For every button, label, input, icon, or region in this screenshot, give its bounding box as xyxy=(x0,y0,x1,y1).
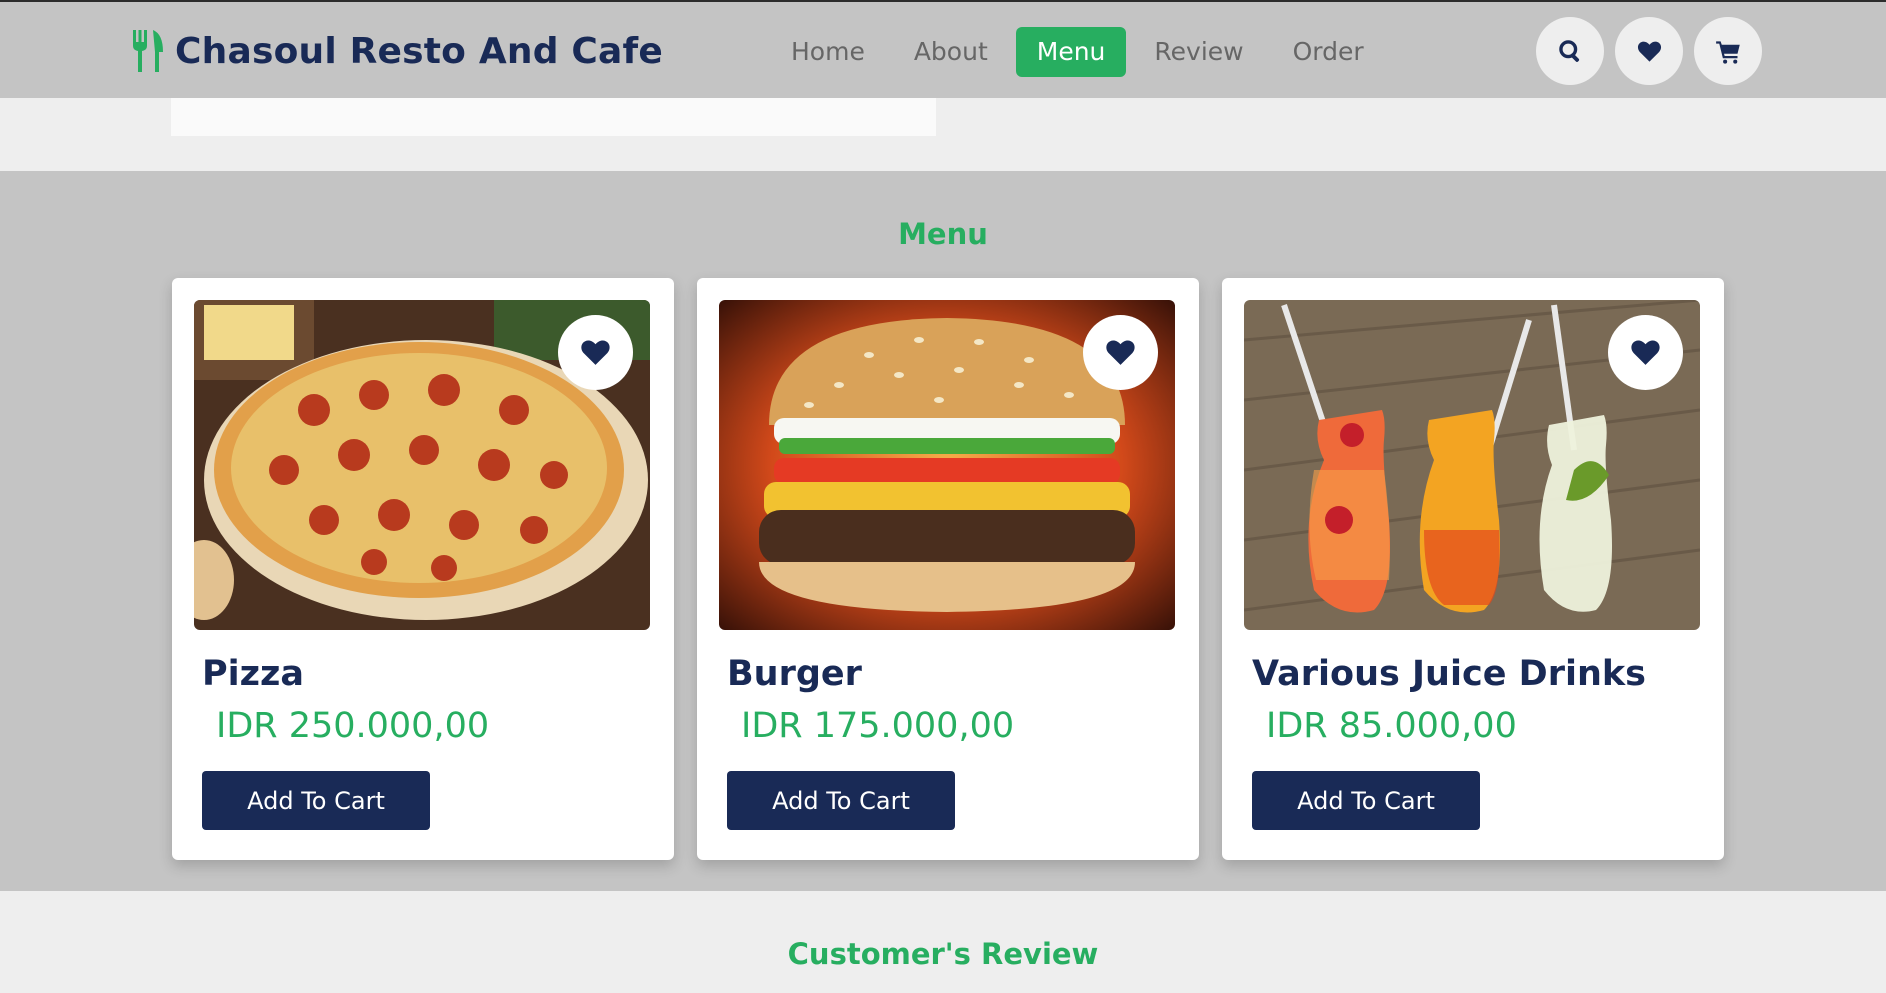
heart-icon xyxy=(1106,340,1135,365)
heart-icon xyxy=(1637,41,1661,62)
menu-card-pizza: Pizza IDR 250.000,00 Add To Cart xyxy=(172,278,674,860)
favorite-button[interactable] xyxy=(1083,315,1158,390)
previous-section-box xyxy=(171,98,936,136)
item-name: Pizza xyxy=(202,654,305,694)
item-name: Burger xyxy=(727,654,862,694)
nav-menu[interactable]: Menu xyxy=(1015,27,1127,77)
header: Chasoul Resto And Cafe Home About Menu R… xyxy=(0,0,1886,98)
cart-button[interactable] xyxy=(1694,17,1762,85)
search-button[interactable] xyxy=(1536,17,1604,85)
menu-section: Menu Pizza IDR 250.000,00 Add To Cart Bu… xyxy=(0,171,1886,891)
cart-icon xyxy=(1715,40,1740,64)
add-to-cart-button[interactable]: Add To Cart xyxy=(1252,771,1480,830)
pizza-image xyxy=(194,300,650,630)
utensils-icon xyxy=(133,30,163,72)
review-section-title: Customer's Review xyxy=(787,937,1099,971)
nav-about[interactable]: About xyxy=(893,27,1009,77)
header-icons xyxy=(1536,17,1773,85)
wishlist-button[interactable] xyxy=(1615,17,1683,85)
favorite-button[interactable] xyxy=(1608,315,1683,390)
search-icon xyxy=(1558,39,1579,62)
menu-card-juice: Various Juice Drinks IDR 85.000,00 Add T… xyxy=(1222,278,1724,860)
add-to-cart-button[interactable]: Add To Cart xyxy=(727,771,955,830)
item-price: IDR 175.000,00 xyxy=(741,706,1015,746)
heart-icon xyxy=(1631,340,1660,365)
item-price: IDR 85.000,00 xyxy=(1266,706,1517,746)
nav-order[interactable]: Order xyxy=(1272,27,1385,77)
favorite-button[interactable] xyxy=(558,315,633,390)
menu-section-title: Menu xyxy=(898,217,988,251)
brand-name: Chasoul Resto And Cafe xyxy=(175,30,664,72)
brand-logo[interactable]: Chasoul Resto And Cafe xyxy=(131,28,663,74)
item-name: Various Juice Drinks xyxy=(1252,654,1646,694)
heart-icon xyxy=(581,340,610,365)
item-price: IDR 250.000,00 xyxy=(216,706,490,746)
menu-card-burger: Burger IDR 175.000,00 Add To Cart xyxy=(697,278,1199,860)
burger-image xyxy=(719,300,1175,630)
juice-drinks-image xyxy=(1244,300,1700,630)
nav-home[interactable]: Home xyxy=(770,27,886,77)
add-to-cart-button[interactable]: Add To Cart xyxy=(202,771,430,830)
nav-review[interactable]: Review xyxy=(1133,27,1264,77)
main-nav: Home About Menu Review Order xyxy=(770,27,1392,77)
